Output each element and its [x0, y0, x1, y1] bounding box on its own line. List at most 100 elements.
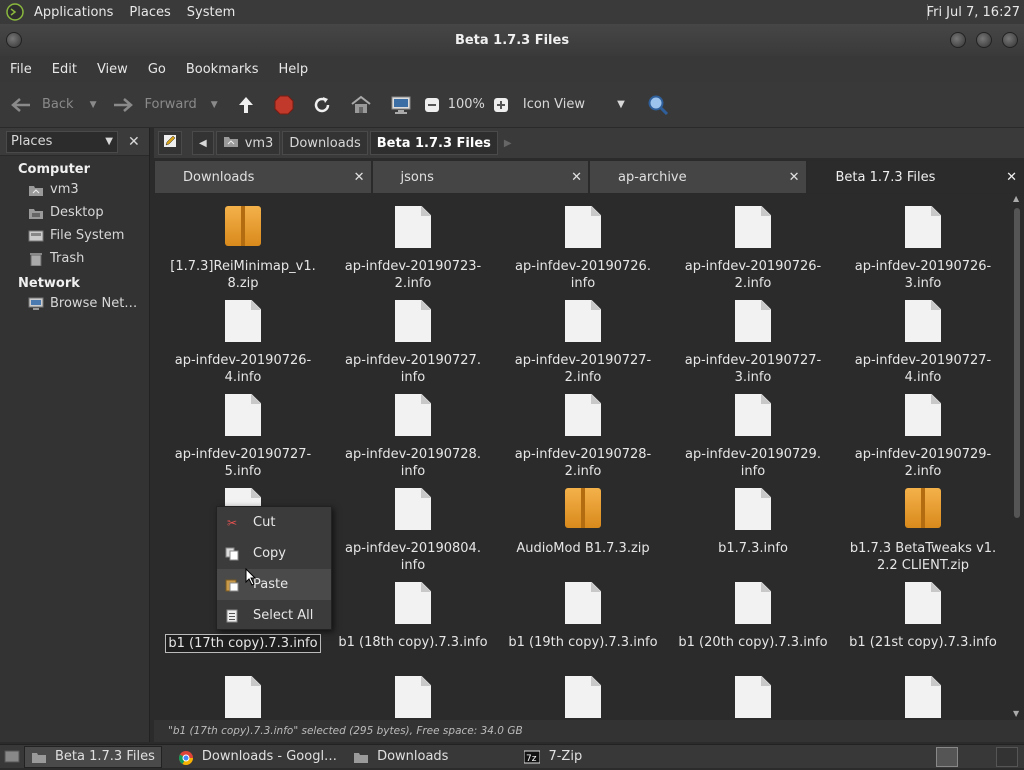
file-item[interactable]: b1 (26th copy).7.3.info [838, 676, 1008, 720]
chevron-right-icon[interactable]: ▶ [504, 138, 512, 149]
menu-bookmarks[interactable]: Bookmarks [176, 62, 269, 77]
file-name: ap-infdev-20190726. info [498, 258, 668, 292]
package-icon [905, 488, 941, 530]
task-7zip[interactable]: 7z 7-Zip [518, 746, 588, 768]
workspace-switcher-icon[interactable] [996, 747, 1018, 767]
vertical-scrollbar[interactable]: ▲ ▼ [1010, 194, 1024, 720]
file-item[interactable]: b1 (23rd copy).7.3.info [328, 676, 498, 720]
scroll-up-icon[interactable]: ▲ [1013, 194, 1019, 203]
file-item[interactable]: ap-infdev-20190729. info [668, 394, 838, 480]
file-item[interactable]: b1 (20th copy).7.3.info [668, 582, 838, 651]
task-downloads[interactable]: Downloads [347, 746, 454, 768]
window-titlebar[interactable]: Beta 1.7.3 Files [0, 24, 1024, 56]
file-item[interactable]: ap-infdev-20190726- 3.info [838, 206, 1008, 292]
menu-file[interactable]: File [0, 62, 42, 77]
zoom-out-button[interactable] [420, 90, 444, 120]
file-item[interactable]: ap-infdev-20190727- 5.info [158, 394, 328, 480]
scroll-down-icon[interactable]: ▼ [1013, 709, 1019, 718]
zoom-in-button[interactable] [489, 90, 513, 120]
crumb-vm3[interactable]: vm3 [216, 131, 281, 155]
file-item[interactable]: b1 (18th copy).7.3.info [328, 582, 498, 651]
context-cut[interactable]: ✂ Cut [217, 507, 331, 538]
file-grid[interactable]: [1.7.3]ReiMinimap_v1. 8.zipap-infdev-201… [154, 194, 1010, 720]
show-desktop-icon[interactable] [0, 750, 24, 764]
file-item[interactable]: ap-infdev-20190804. info [328, 488, 498, 574]
sidebar-item-vm3[interactable]: vm3 [0, 178, 149, 201]
computer-button[interactable] [386, 90, 416, 120]
window-menu-button[interactable] [6, 32, 22, 48]
tab-jsons[interactable]: jsons ✕ [372, 160, 590, 194]
up-button[interactable] [232, 90, 260, 120]
close-icon[interactable]: ✕ [1006, 170, 1017, 185]
package-icon [225, 206, 261, 248]
clock[interactable]: Fri Jul 7, 16:27 [927, 5, 1020, 20]
task-beta-files[interactable]: Beta 1.7.3 Files [24, 746, 162, 768]
sidebar-item-desktop[interactable]: Desktop [0, 201, 149, 224]
home-button[interactable] [346, 90, 376, 120]
close-icon[interactable]: ✕ [571, 170, 582, 185]
file-item[interactable]: ap-infdev-20190727- 4.info [838, 300, 1008, 386]
file-item[interactable]: ap-infdev-20190727- 3.info [668, 300, 838, 386]
context-copy[interactable]: Copy [217, 538, 331, 569]
search-button[interactable] [643, 90, 673, 120]
toggle-location-entry-button[interactable] [158, 131, 182, 155]
file-item[interactable]: [1.7.3]ReiMinimap_v1. 8.zip [158, 206, 328, 292]
file-item[interactable]: ap-infdev-20190727. info [328, 300, 498, 386]
crumb-current[interactable]: Beta 1.7.3 Files [370, 131, 498, 155]
minimize-button[interactable] [950, 32, 966, 48]
menu-go[interactable]: Go [138, 62, 176, 77]
rename-field[interactable]: b1 (17th copy).7.3.info [165, 634, 320, 653]
system-menu[interactable]: System [179, 5, 243, 20]
file-item[interactable]: b1 (19th copy).7.3.info [498, 582, 668, 651]
menu-edit[interactable]: Edit [42, 62, 87, 77]
chevron-down-icon: ▼ [105, 136, 113, 147]
tab-beta-files[interactable]: Beta 1.7.3 Files ✕ [807, 160, 1024, 194]
forward-button[interactable]: Forward ▼ [108, 90, 221, 120]
file-item[interactable]: ap-infdev-20190727- 2.info [498, 300, 668, 386]
file-item[interactable]: ap-infdev-20190726. info [498, 206, 668, 292]
sidebar-close-icon[interactable]: ✕ [128, 134, 140, 150]
file-item[interactable]: ap-infdev-20190726- 2.info [668, 206, 838, 292]
maximize-button[interactable] [976, 32, 992, 48]
menu-help[interactable]: Help [268, 62, 318, 77]
file-item[interactable]: AudioMod B1.7.3.zip [498, 488, 668, 557]
scrollbar-thumb[interactable] [1014, 208, 1020, 518]
close-icon[interactable]: ✕ [354, 170, 365, 185]
file-item[interactable]: b1.7.3.info [668, 488, 838, 557]
path-scroll-left-button[interactable]: ◀ [192, 131, 214, 155]
close-icon[interactable]: ✕ [789, 170, 800, 185]
reload-button[interactable] [308, 90, 336, 120]
close-button[interactable] [1002, 32, 1018, 48]
back-dropdown-icon[interactable]: ▼ [90, 100, 97, 110]
sidebar-item-file-system[interactable]: File System [0, 224, 149, 247]
file-item[interactable]: ap-infdev-20190726- 4.info [158, 300, 328, 386]
distro-logo-icon[interactable] [4, 1, 26, 23]
workspace-switcher-icon[interactable] [936, 747, 958, 767]
back-button[interactable]: Back ▼ [6, 90, 100, 120]
stop-button[interactable] [270, 90, 298, 120]
forward-dropdown-icon[interactable]: ▼ [211, 100, 218, 110]
crumb-downloads[interactable]: Downloads [282, 131, 367, 155]
file-item[interactable]: b1 (25th copy).7.3.info [668, 676, 838, 720]
file-item[interactable]: b1 (24th copy).7.3.info [498, 676, 668, 720]
applications-menu[interactable]: Applications [26, 5, 121, 20]
file-item[interactable]: b1 (22nd copy).7.3.info [158, 676, 328, 720]
sidebar-item-browse-network[interactable]: Browse Net… [0, 292, 149, 315]
tab-ap-archive[interactable]: ap-archive ✕ [589, 160, 807, 194]
file-item[interactable]: b1.7.3 BetaTweaks v1. 2.2 CLIENT.zip [838, 488, 1008, 574]
file-item[interactable]: b1 (21st copy).7.3.info [838, 582, 1008, 651]
file-item[interactable]: ap-infdev-20190728- 2.info [498, 394, 668, 480]
file-item[interactable]: ap-infdev-20190728. info [328, 394, 498, 480]
file-item[interactable]: ap-infdev-20190723- 2.info [328, 206, 498, 292]
view-mode-select[interactable]: Icon View ▼ [519, 90, 629, 120]
file-item[interactable]: ap-infdev-20190729- 2.info [838, 394, 1008, 480]
menu-view[interactable]: View [87, 62, 138, 77]
sidebar-item-trash[interactable]: Trash [0, 247, 149, 270]
places-menu[interactable]: Places [121, 5, 178, 20]
task-chrome-downloads[interactable]: Downloads - Googl… [172, 746, 343, 768]
sidebar-type-select[interactable]: Places ▼ [6, 131, 118, 153]
context-select-all[interactable]: Select All [217, 600, 331, 631]
tab-downloads[interactable]: Downloads ✕ [154, 160, 372, 194]
context-paste[interactable]: Paste [217, 569, 331, 600]
context-item-label: Copy [253, 546, 286, 561]
